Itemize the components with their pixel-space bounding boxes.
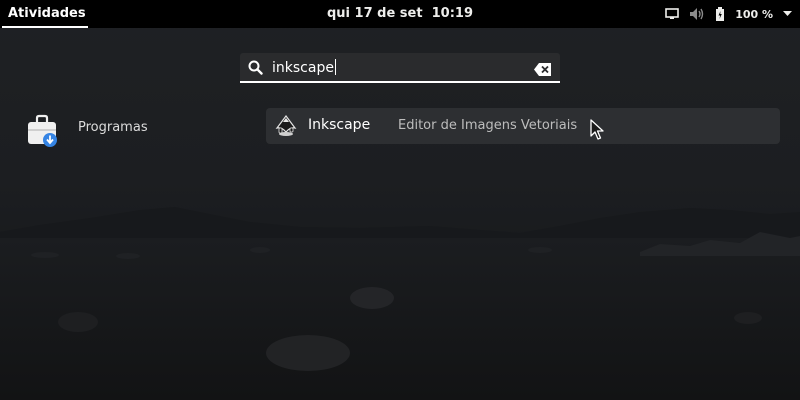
battery-icon bbox=[715, 6, 725, 22]
activities-active-indicator bbox=[2, 26, 88, 28]
rock bbox=[116, 253, 140, 259]
rock bbox=[31, 252, 59, 258]
result-app-name: Inkscape bbox=[308, 117, 371, 133]
search-icon bbox=[248, 60, 263, 79]
mouse-pointer-icon bbox=[590, 119, 604, 145]
top-bar: Atividades qui 17 de set 10:19 100 % bbox=[0, 0, 800, 28]
lake-water bbox=[0, 238, 800, 400]
text-caret bbox=[334, 59, 336, 75]
volume-icon bbox=[689, 7, 705, 21]
gnome-activities-overview: Atividades qui 17 de set 10:19 100 % ink… bbox=[0, 0, 800, 400]
rock bbox=[266, 335, 350, 371]
result-app-description: Editor de Imagens Vetoriais bbox=[398, 118, 578, 133]
rock bbox=[350, 287, 394, 309]
search-provider-label: Programas bbox=[78, 120, 148, 135]
software-bag-icon bbox=[26, 114, 60, 152]
rock bbox=[528, 247, 552, 253]
rock bbox=[734, 312, 762, 324]
rock bbox=[250, 247, 270, 253]
battery-percent: 100 % bbox=[735, 7, 773, 21]
search-input-text[interactable]: inkscape bbox=[272, 59, 336, 76]
date-time-button[interactable]: qui 17 de set 10:19 bbox=[327, 6, 473, 21]
display-icon bbox=[665, 8, 679, 20]
search-result-row[interactable]: Inkscape Editor de Imagens Vetoriais bbox=[266, 108, 780, 144]
rock bbox=[58, 312, 98, 332]
search-entry[interactable]: inkscape bbox=[240, 53, 560, 83]
mountain-silhouette bbox=[0, 207, 800, 240]
clear-icon[interactable] bbox=[534, 61, 552, 80]
menu-arrow-icon bbox=[783, 11, 792, 17]
activities-button[interactable]: Atividades bbox=[0, 0, 94, 28]
system-status-area[interactable]: 100 % bbox=[665, 0, 792, 28]
search-provider-software[interactable]: Programas bbox=[22, 110, 222, 150]
activities-label: Atividades bbox=[8, 6, 86, 21]
inkscape-icon bbox=[274, 114, 298, 142]
